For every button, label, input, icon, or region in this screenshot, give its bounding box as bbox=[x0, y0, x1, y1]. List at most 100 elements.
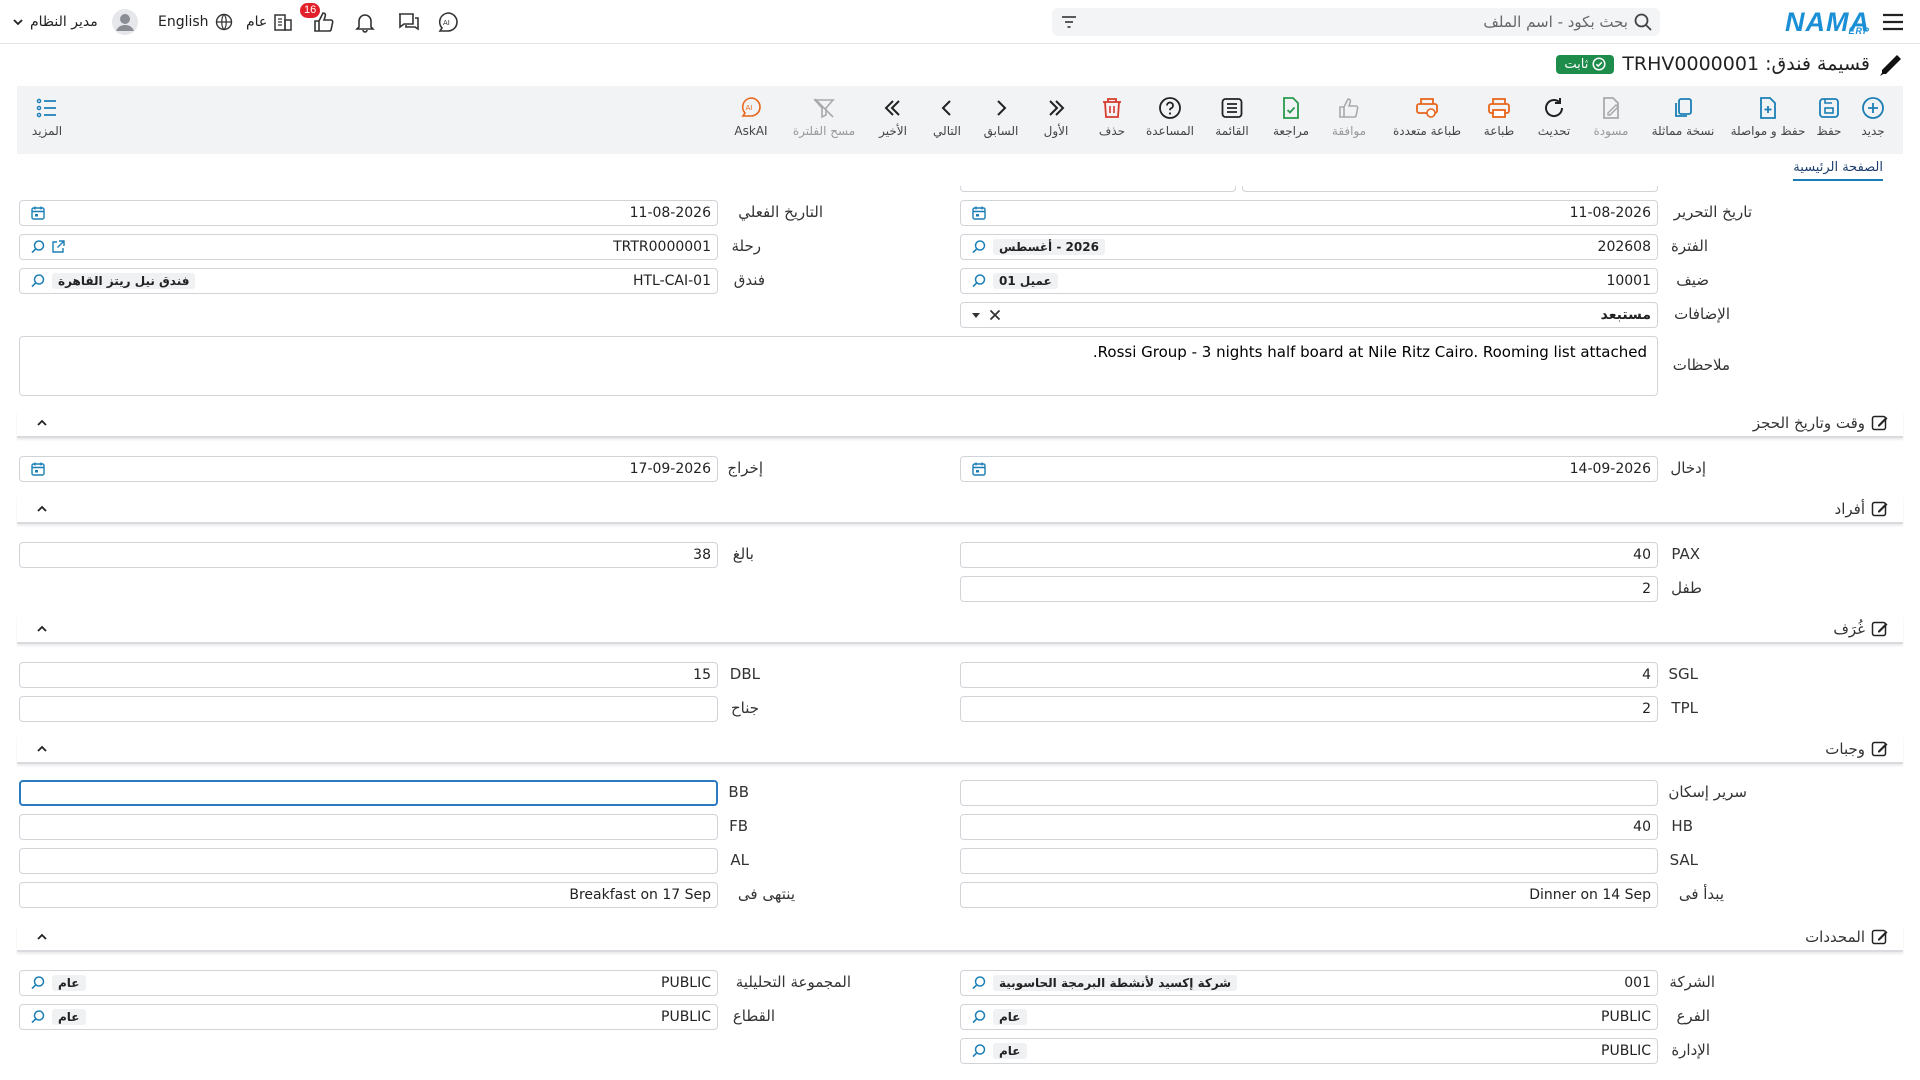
period-field[interactable]: 202608 2026 - أغسطس bbox=[960, 234, 1658, 260]
list-button[interactable]: القائمة bbox=[1202, 96, 1262, 138]
print-button[interactable]: طباعة bbox=[1469, 96, 1529, 138]
adult-field[interactable]: 38 bbox=[19, 542, 718, 568]
filter-icon[interactable] bbox=[1060, 13, 1078, 31]
first-button[interactable]: الأول bbox=[1026, 96, 1086, 138]
help-button[interactable]: المساعدة bbox=[1140, 96, 1200, 138]
branch-selector[interactable]: عام bbox=[246, 0, 293, 44]
notes-textarea[interactable]: Rossi Group - 3 nights half board at Nil… bbox=[19, 336, 1658, 396]
previous-button[interactable]: السابق bbox=[971, 96, 1031, 138]
actual-date-field[interactable]: 11-08-2026 bbox=[19, 200, 718, 226]
edit-date-field[interactable]: 11-08-2026 bbox=[960, 200, 1658, 226]
askai-button[interactable]: AI AskAI bbox=[721, 96, 781, 138]
guest-field[interactable]: 10001 عميل 01 bbox=[960, 268, 1658, 294]
hb-field[interactable]: 40 bbox=[960, 814, 1658, 840]
bell-icon[interactable] bbox=[354, 0, 376, 44]
analysis-group-code: PUBLIC bbox=[661, 975, 711, 991]
approvals-button[interactable]: 16 bbox=[300, 0, 336, 44]
chevron-up-icon[interactable] bbox=[35, 930, 49, 944]
section-rooms[interactable]: غُرَف bbox=[17, 616, 1903, 644]
review-button[interactable]: مراجعة bbox=[1261, 96, 1321, 138]
app-logo[interactable]: NAMA ERP bbox=[1785, 0, 1870, 44]
analysis-group-field[interactable]: PUBLIC عام bbox=[19, 970, 718, 996]
chevron-up-icon[interactable] bbox=[35, 416, 49, 430]
clear-filter-label: مسح الفلترة bbox=[792, 124, 856, 138]
company-field[interactable]: 001 شركة إكسيد لأنشطة البرمجة الحاسوبية bbox=[960, 970, 1658, 996]
child-field[interactable]: 2 bbox=[960, 576, 1658, 602]
draft-label: مسودة bbox=[1593, 124, 1629, 138]
next-button[interactable]: التالي bbox=[917, 96, 977, 138]
section-persons[interactable]: أفراد bbox=[17, 496, 1903, 524]
edit-box-icon bbox=[1871, 928, 1889, 946]
ends-field[interactable]: Breakfast on 17 Sep bbox=[19, 882, 718, 908]
calendar-icon[interactable] bbox=[971, 205, 987, 221]
section-booking[interactable]: وقت وتاريخ الحجز bbox=[17, 410, 1903, 438]
section-dimensions[interactable]: المحددات bbox=[17, 924, 1903, 952]
housing-bed-field[interactable] bbox=[960, 780, 1658, 806]
additions-label: الإضافات bbox=[1674, 305, 1730, 323]
search-lookup-icon[interactable] bbox=[971, 273, 987, 289]
tpl-field[interactable]: 2 bbox=[960, 696, 1658, 722]
global-search[interactable] bbox=[1052, 8, 1660, 36]
save-continue-button[interactable]: حفظ و مواصلة bbox=[1727, 96, 1809, 138]
sal-field[interactable] bbox=[960, 848, 1658, 874]
chat-icon[interactable] bbox=[396, 0, 420, 44]
approve-button[interactable]: موافقة bbox=[1319, 96, 1379, 138]
checkout-field[interactable]: 17-09-2026 bbox=[19, 456, 718, 482]
calendar-icon[interactable] bbox=[30, 205, 46, 221]
calendar-icon[interactable] bbox=[971, 461, 987, 477]
search-lookup-icon[interactable] bbox=[30, 975, 46, 991]
bb-label: BB bbox=[728, 783, 749, 801]
ai-chat-icon: AI bbox=[741, 97, 761, 117]
search-lookup-icon[interactable] bbox=[971, 239, 987, 255]
duplicate-button[interactable]: نسخة مماثلة bbox=[1645, 96, 1721, 138]
hotel-field[interactable]: HTL-CAI-01 فندق نيل ريتز القاهرة bbox=[19, 268, 718, 294]
chevron-up-icon[interactable] bbox=[35, 742, 49, 756]
search-lookup-icon[interactable] bbox=[30, 239, 46, 255]
notification-badge: 16 bbox=[300, 3, 321, 18]
al-field[interactable] bbox=[19, 848, 718, 874]
pax-field[interactable]: 40 bbox=[960, 542, 1658, 568]
search-lookup-icon[interactable] bbox=[971, 1009, 987, 1025]
search-lookup-icon[interactable] bbox=[971, 1043, 987, 1059]
search-lookup-icon[interactable] bbox=[971, 975, 987, 991]
delete-button[interactable]: حذف bbox=[1082, 96, 1142, 138]
draft-button[interactable]: مسودة bbox=[1581, 96, 1641, 138]
fb-field[interactable] bbox=[19, 814, 718, 840]
sector-field[interactable]: PUBLIC عام bbox=[19, 1004, 718, 1030]
menu-icon[interactable] bbox=[1880, 0, 1906, 44]
more-button[interactable]: المزيد bbox=[17, 96, 77, 138]
dropdown-caret-icon[interactable] bbox=[971, 310, 981, 320]
tab-main[interactable]: الصفحة الرئيسية bbox=[1793, 160, 1883, 181]
help-icon bbox=[1159, 97, 1181, 119]
clear-filter-button[interactable]: مسح الفلترة bbox=[789, 96, 859, 138]
user-name: مدير النظام bbox=[30, 14, 98, 30]
dbl-field[interactable]: 15 bbox=[19, 662, 718, 688]
company-name-tag: شركة إكسيد لأنشطة البرمجة الحاسوبية bbox=[993, 975, 1238, 991]
suite-field[interactable] bbox=[19, 696, 718, 722]
checkin-field[interactable]: 14-09-2026 bbox=[960, 456, 1658, 482]
user-menu[interactable]: مدير النظام bbox=[12, 0, 138, 44]
search-icon[interactable] bbox=[1634, 13, 1652, 31]
sgl-field[interactable]: 4 bbox=[960, 662, 1658, 688]
last-button[interactable]: الأخير bbox=[863, 96, 923, 138]
chevron-up-icon[interactable] bbox=[35, 502, 49, 516]
additions-select[interactable]: مستبعد bbox=[960, 302, 1658, 328]
search-lookup-icon[interactable] bbox=[30, 1009, 46, 1025]
branch-field[interactable]: PUBLIC عام bbox=[960, 1004, 1658, 1030]
clear-icon[interactable] bbox=[989, 309, 1001, 321]
trip-field[interactable]: TRTR0000001 bbox=[19, 234, 718, 260]
multi-print-button[interactable]: طباعة متعددة bbox=[1385, 96, 1469, 138]
bb-field[interactable] bbox=[19, 780, 718, 806]
external-link-icon[interactable] bbox=[50, 239, 66, 255]
language-switch[interactable]: English bbox=[158, 0, 233, 44]
department-field[interactable]: PUBLIC عام bbox=[960, 1038, 1658, 1064]
top-bar: NAMA ERP AI 16 عام English bbox=[0, 0, 1920, 44]
section-meals[interactable]: وجبات bbox=[17, 736, 1903, 764]
search-lookup-icon[interactable] bbox=[30, 273, 46, 289]
starts-field[interactable]: Dinner on 14 Sep bbox=[960, 882, 1658, 908]
chevron-up-icon[interactable] bbox=[35, 622, 49, 636]
refresh-button[interactable]: تحديث bbox=[1524, 96, 1584, 138]
calendar-icon[interactable] bbox=[30, 461, 46, 477]
search-input[interactable] bbox=[1078, 13, 1634, 31]
ai-assistant-icon[interactable]: AI bbox=[436, 0, 460, 44]
